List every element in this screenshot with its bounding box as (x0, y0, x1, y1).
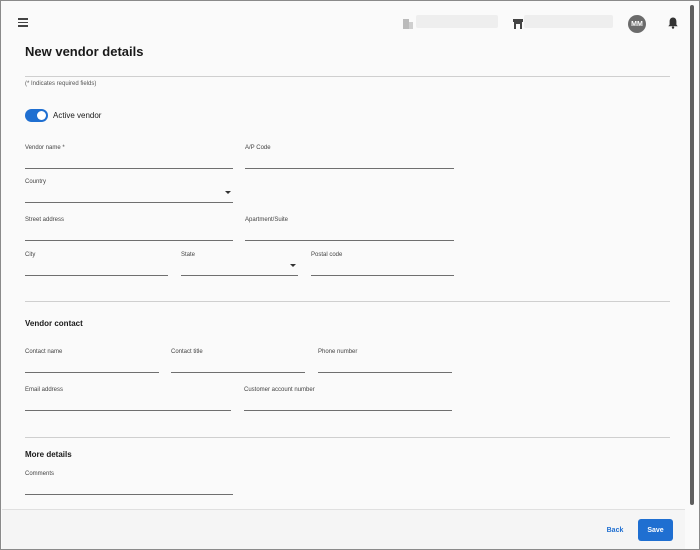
required-fields-note: (* Indicates required fields) (25, 81, 97, 87)
state-select[interactable]: State (181, 252, 298, 276)
contact-title-field[interactable]: Contact title (171, 349, 305, 373)
vendor-name-field[interactable]: Vendor name * (25, 145, 233, 169)
top-bar: MM (2, 2, 684, 40)
store-icon (513, 19, 523, 29)
customer-account-number-field[interactable]: Customer account number (244, 387, 452, 411)
contact-title-label: Contact title (171, 349, 203, 355)
store-selector[interactable] (524, 15, 613, 28)
title-divider (25, 76, 670, 77)
contact-name-field[interactable]: Contact name (25, 349, 159, 373)
vendor-name-label: Vendor name * (25, 145, 65, 151)
section-divider (25, 437, 670, 438)
chevron-down-icon (225, 191, 231, 194)
country-label: Country (25, 179, 47, 185)
street-address-field[interactable]: Street address (25, 217, 233, 241)
footer-bar (2, 509, 685, 549)
avatar[interactable]: MM (628, 15, 646, 33)
apartment-suite-label: Apartment/Suite (245, 217, 289, 223)
active-vendor-label: Active vendor (53, 111, 102, 120)
comments-field[interactable]: Comments (25, 471, 233, 495)
app-window: MM New vendor details (* Indicates requi… (0, 0, 700, 550)
scrollbar-thumb[interactable] (690, 5, 694, 505)
comments-label: Comments (25, 471, 55, 477)
building-icon (403, 19, 413, 29)
email-address-label: Email address (25, 387, 64, 393)
vendor-contact-heading: Vendor contact (25, 319, 83, 328)
active-vendor-toggle[interactable] (25, 109, 48, 122)
state-label: State (181, 252, 196, 258)
customer-account-number-label: Customer account number (244, 387, 315, 393)
ap-code-label: A/P Code (245, 145, 271, 151)
city-label: City (25, 252, 36, 258)
apartment-suite-field[interactable]: Apartment/Suite (245, 217, 454, 241)
phone-number-label: Phone number (318, 349, 358, 355)
phone-number-field[interactable]: Phone number (318, 349, 452, 373)
save-button[interactable]: Save (638, 519, 673, 541)
email-address-field[interactable]: Email address (25, 387, 231, 411)
country-select[interactable]: Country (25, 179, 233, 203)
city-field[interactable]: City (25, 252, 168, 276)
back-button[interactable]: Back (600, 521, 630, 539)
bell-icon[interactable] (668, 17, 678, 29)
location-selector[interactable] (416, 15, 498, 28)
more-details-heading: More details (25, 450, 72, 459)
street-address-label: Street address (25, 217, 65, 223)
page-title: New vendor details (25, 44, 144, 59)
postal-code-field[interactable]: Postal code (311, 252, 454, 276)
postal-code-label: Postal code (311, 252, 343, 258)
contact-name-label: Contact name (25, 349, 63, 355)
section-divider (25, 301, 670, 302)
menu-icon[interactable] (18, 18, 28, 27)
chevron-down-icon (290, 264, 296, 267)
ap-code-field[interactable]: A/P Code (245, 145, 454, 169)
